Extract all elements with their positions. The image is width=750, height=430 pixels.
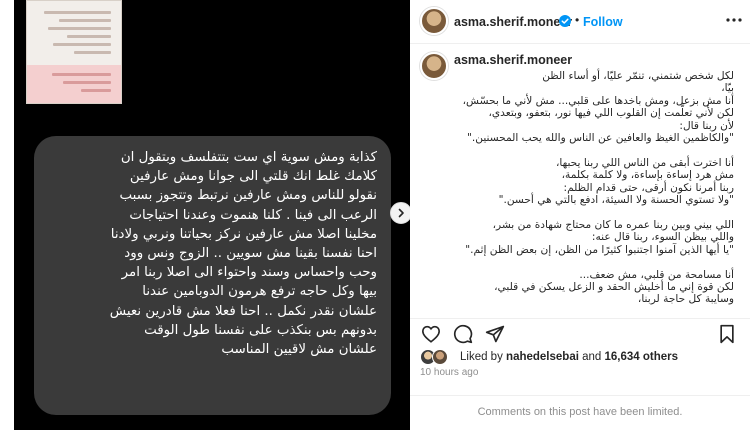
chevron-right-icon [398,208,404,218]
follow-button[interactable]: Follow [583,15,623,29]
post-info-panel: asma.sherif.moneer • Follow asma.sherif.… [410,0,750,430]
heart-icon [421,325,441,343]
bookmark-icon [720,324,734,344]
caption-text: لكل شخص شتمني، تنمّر عليّا، أو أساء الظن… [462,70,734,306]
action-bar [410,318,750,348]
post-timestamp[interactable]: 10 hours ago [420,367,478,378]
chat-bubble: كذابة ومش سوية اي ست بتتفلسف وبتقول ان ك… [34,136,391,415]
separator-dot: • [575,13,580,27]
likes-prefix: Liked by [460,351,503,363]
next-image-button[interactable] [390,202,412,224]
comments-limited-notice: Comments on this post have been limited. [410,395,750,430]
chat-bubble-text: كذابة ومش سوية اي ست بتتفلسف وبتقول ان ك… [109,150,377,358]
thumbnail-highlight [27,65,121,103]
liker-avatar[interactable] [432,349,448,365]
verified-badge-icon [559,15,571,27]
likes-row: Liked by nahedelsebai and 16,634 others [420,349,750,365]
caption-avatar[interactable] [420,52,448,80]
thumbnail-text-lines [37,11,111,59]
caption-username[interactable]: asma.sherif.moneer [454,53,734,67]
more-options-icon [726,18,742,22]
likes-and: and [582,351,602,363]
caption-area: asma.sherif.moneer لكل شخص شتمني، تنمّر … [454,53,734,335]
save-button[interactable] [716,323,738,345]
likes-others-count[interactable]: 16,634 others [605,351,679,363]
share-button[interactable] [484,323,506,345]
share-icon [485,325,505,343]
more-options-button[interactable] [724,10,744,30]
comment-icon [453,324,473,344]
avatar[interactable] [420,7,448,35]
post-media[interactable]: كذابة ومش سوية اي ست بتتفلسف وبتقول ان ك… [14,0,410,430]
instagram-post-view: كذابة ومش سوية اي ست بتتفلسف وبتقول ان ك… [0,0,750,430]
comment-button[interactable] [452,323,474,345]
screenshot-thumbnail [26,0,122,104]
header-username[interactable]: asma.sherif.moneer [454,15,572,29]
post-header: asma.sherif.moneer • Follow [410,0,750,44]
likes-summary[interactable]: Liked by nahedelsebai and 16,634 others [460,351,678,363]
like-button[interactable] [420,323,442,345]
liker-username[interactable]: nahedelsebai [506,351,579,363]
